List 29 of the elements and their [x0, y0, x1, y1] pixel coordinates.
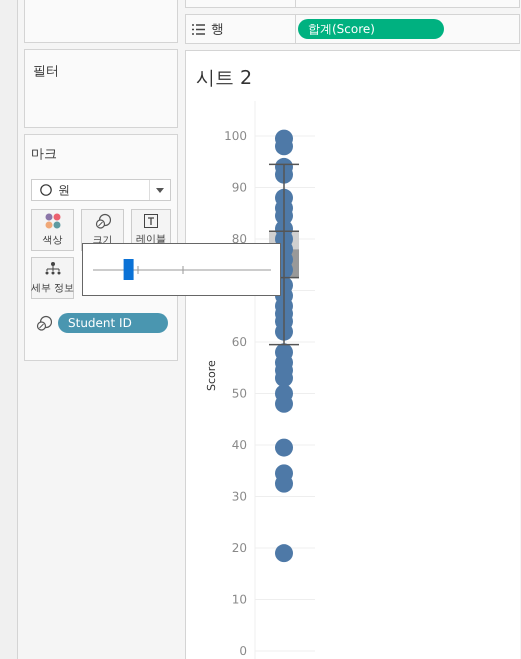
shelf-label: 행 — [211, 21, 224, 38]
panel-title: 필터 — [33, 63, 60, 80]
tick-label: 90 — [232, 180, 247, 194]
slider-thumb[interactable] — [124, 259, 134, 280]
text-label-icon — [144, 214, 158, 228]
tick-label: 20 — [232, 541, 247, 555]
color-mark-button[interactable]: 색상 — [31, 209, 74, 251]
circle-icon — [40, 184, 52, 196]
tick-label: 80 — [232, 232, 247, 246]
axis-title: Score — [205, 360, 218, 391]
tick-label: 50 — [232, 386, 247, 400]
mark-type-label: 원 — [58, 182, 70, 198]
panel-title: 마크 — [31, 146, 58, 163]
detail-mark-button[interactable]: 세부 정보 — [31, 257, 74, 299]
size-circles-icon — [94, 213, 110, 229]
list-icon — [192, 24, 205, 34]
color-dots-icon — [44, 213, 60, 229]
tick-label: 0 — [239, 644, 247, 658]
sheet-title: 시트 2 — [195, 66, 254, 91]
size-slider[interactable] — [92, 259, 272, 280]
size-circles-icon — [36, 315, 52, 331]
tick-label: 40 — [232, 438, 247, 452]
tick-label: 30 — [232, 490, 247, 504]
mark-type-dropdown[interactable]: 원 — [31, 179, 171, 201]
tick-label: 10 — [232, 592, 247, 606]
caret-icon — [156, 188, 164, 192]
tick-label: 60 — [232, 335, 247, 349]
tick-label: 100 — [224, 129, 247, 143]
hierarchy-icon — [44, 261, 60, 277]
